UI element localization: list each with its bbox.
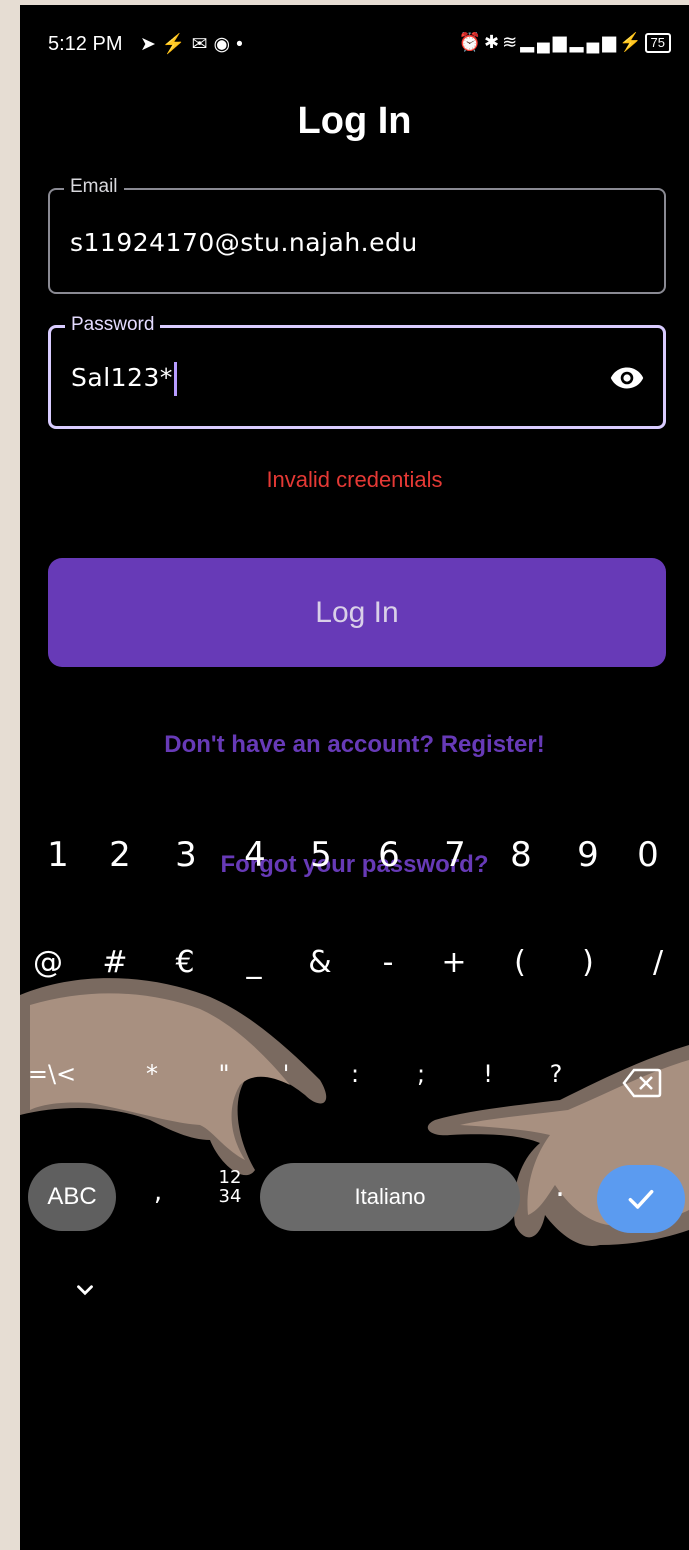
key[interactable]: 4 — [230, 835, 280, 875]
key[interactable]: 3 — [161, 835, 211, 875]
key[interactable]: ; — [396, 1060, 446, 1088]
numpad-label-top: 12 — [218, 1167, 242, 1188]
key[interactable]: ' — [261, 1060, 311, 1088]
register-link[interactable]: Don't have an account? Register! — [20, 731, 689, 759]
key[interactable]: 7 — [430, 835, 480, 875]
key[interactable]: " — [199, 1060, 249, 1088]
text-caret — [173, 362, 177, 396]
space-key[interactable]: Italiano — [260, 1163, 520, 1231]
key[interactable]: ) — [563, 945, 613, 980]
eye-icon[interactable] — [609, 360, 645, 396]
comma-key[interactable]: , — [138, 1177, 178, 1207]
password-value-wrap[interactable]: Sal123* — [71, 362, 177, 396]
key[interactable]: € — [160, 945, 210, 980]
key[interactable]: ! — [463, 1060, 513, 1088]
phone-screen: 5:12 PM ➤⚡✉◉• ⏰✱≋▂▄▆▂▄▆⚡ 75 Log In Email … — [20, 5, 689, 1550]
system-icons: ⏰✱≋▂▄▆▂▄▆⚡ 75 — [458, 32, 671, 54]
key[interactable]: - — [363, 945, 413, 980]
key[interactable]: 1 — [33, 835, 83, 875]
password-field[interactable]: Password Sal123* — [48, 314, 666, 429]
backspace-icon[interactable] — [622, 1068, 662, 1098]
alarm-icon: ⏰ — [458, 32, 485, 52]
key[interactable]: 5 — [296, 835, 346, 875]
numpad-label-bottom: 34 — [218, 1186, 242, 1207]
key[interactable]: + — [429, 945, 479, 980]
messenger-icon: ⚡ — [161, 34, 192, 55]
key[interactable]: 9 — [563, 835, 613, 875]
key[interactable]: / — [633, 945, 683, 980]
key[interactable]: : — [330, 1060, 380, 1088]
telegram-icon: ➤ — [140, 34, 162, 55]
key[interactable]: ( — [495, 945, 545, 980]
key[interactable]: * — [127, 1060, 177, 1088]
key[interactable]: ? — [531, 1060, 581, 1088]
key[interactable]: _ — [229, 945, 279, 980]
status-time: 5:12 PM — [48, 33, 123, 55]
notification-icons: ➤⚡✉◉• — [140, 32, 249, 56]
key[interactable]: # — [90, 945, 140, 980]
key[interactable]: 8 — [496, 835, 546, 875]
password-value: Sal123* — [71, 363, 173, 392]
abc-key[interactable]: ABC — [28, 1163, 116, 1231]
email-field[interactable]: Email s11924170@stu.najah.edu — [48, 176, 666, 294]
gmail-icon: ✉ — [191, 34, 214, 55]
key[interactable]: @ — [23, 945, 73, 980]
chevron-down-icon[interactable] — [72, 1277, 98, 1303]
signal-icon: ▂▄▆ — [520, 32, 570, 52]
charging-icon: ⚡ — [619, 32, 645, 52]
numpad-key[interactable]: 12 34 — [200, 1168, 260, 1206]
status-bar: 5:12 PM ➤⚡✉◉• ⏰✱≋▂▄▆▂▄▆⚡ 75 — [20, 5, 689, 85]
email-label: Email — [64, 176, 124, 198]
bluetooth-icon: ✱ — [484, 32, 503, 52]
battery-icon: 75 — [644, 33, 671, 54]
wifi-icon: ≋ — [502, 32, 521, 52]
key[interactable]: & — [295, 945, 345, 980]
page-title: Log In — [297, 100, 412, 142]
enter-key[interactable] — [597, 1165, 685, 1233]
signal-icon: ▂▄▆ — [569, 32, 620, 52]
login-button[interactable]: Log In — [48, 558, 666, 667]
email-value[interactable]: s11924170@stu.najah.edu — [70, 228, 418, 257]
dot-icon: • — [236, 34, 249, 55]
viber-icon: ◉ — [213, 34, 237, 55]
key[interactable]: 6 — [364, 835, 414, 875]
key[interactable]: 2 — [95, 835, 145, 875]
key[interactable]: 0 — [623, 835, 673, 875]
key[interactable]: =\< — [27, 1060, 77, 1088]
password-label: Password — [65, 314, 161, 336]
period-key[interactable]: . — [540, 1169, 580, 1204]
error-message: Invalid credentials — [266, 467, 443, 492]
checkmark-icon — [628, 1189, 654, 1209]
